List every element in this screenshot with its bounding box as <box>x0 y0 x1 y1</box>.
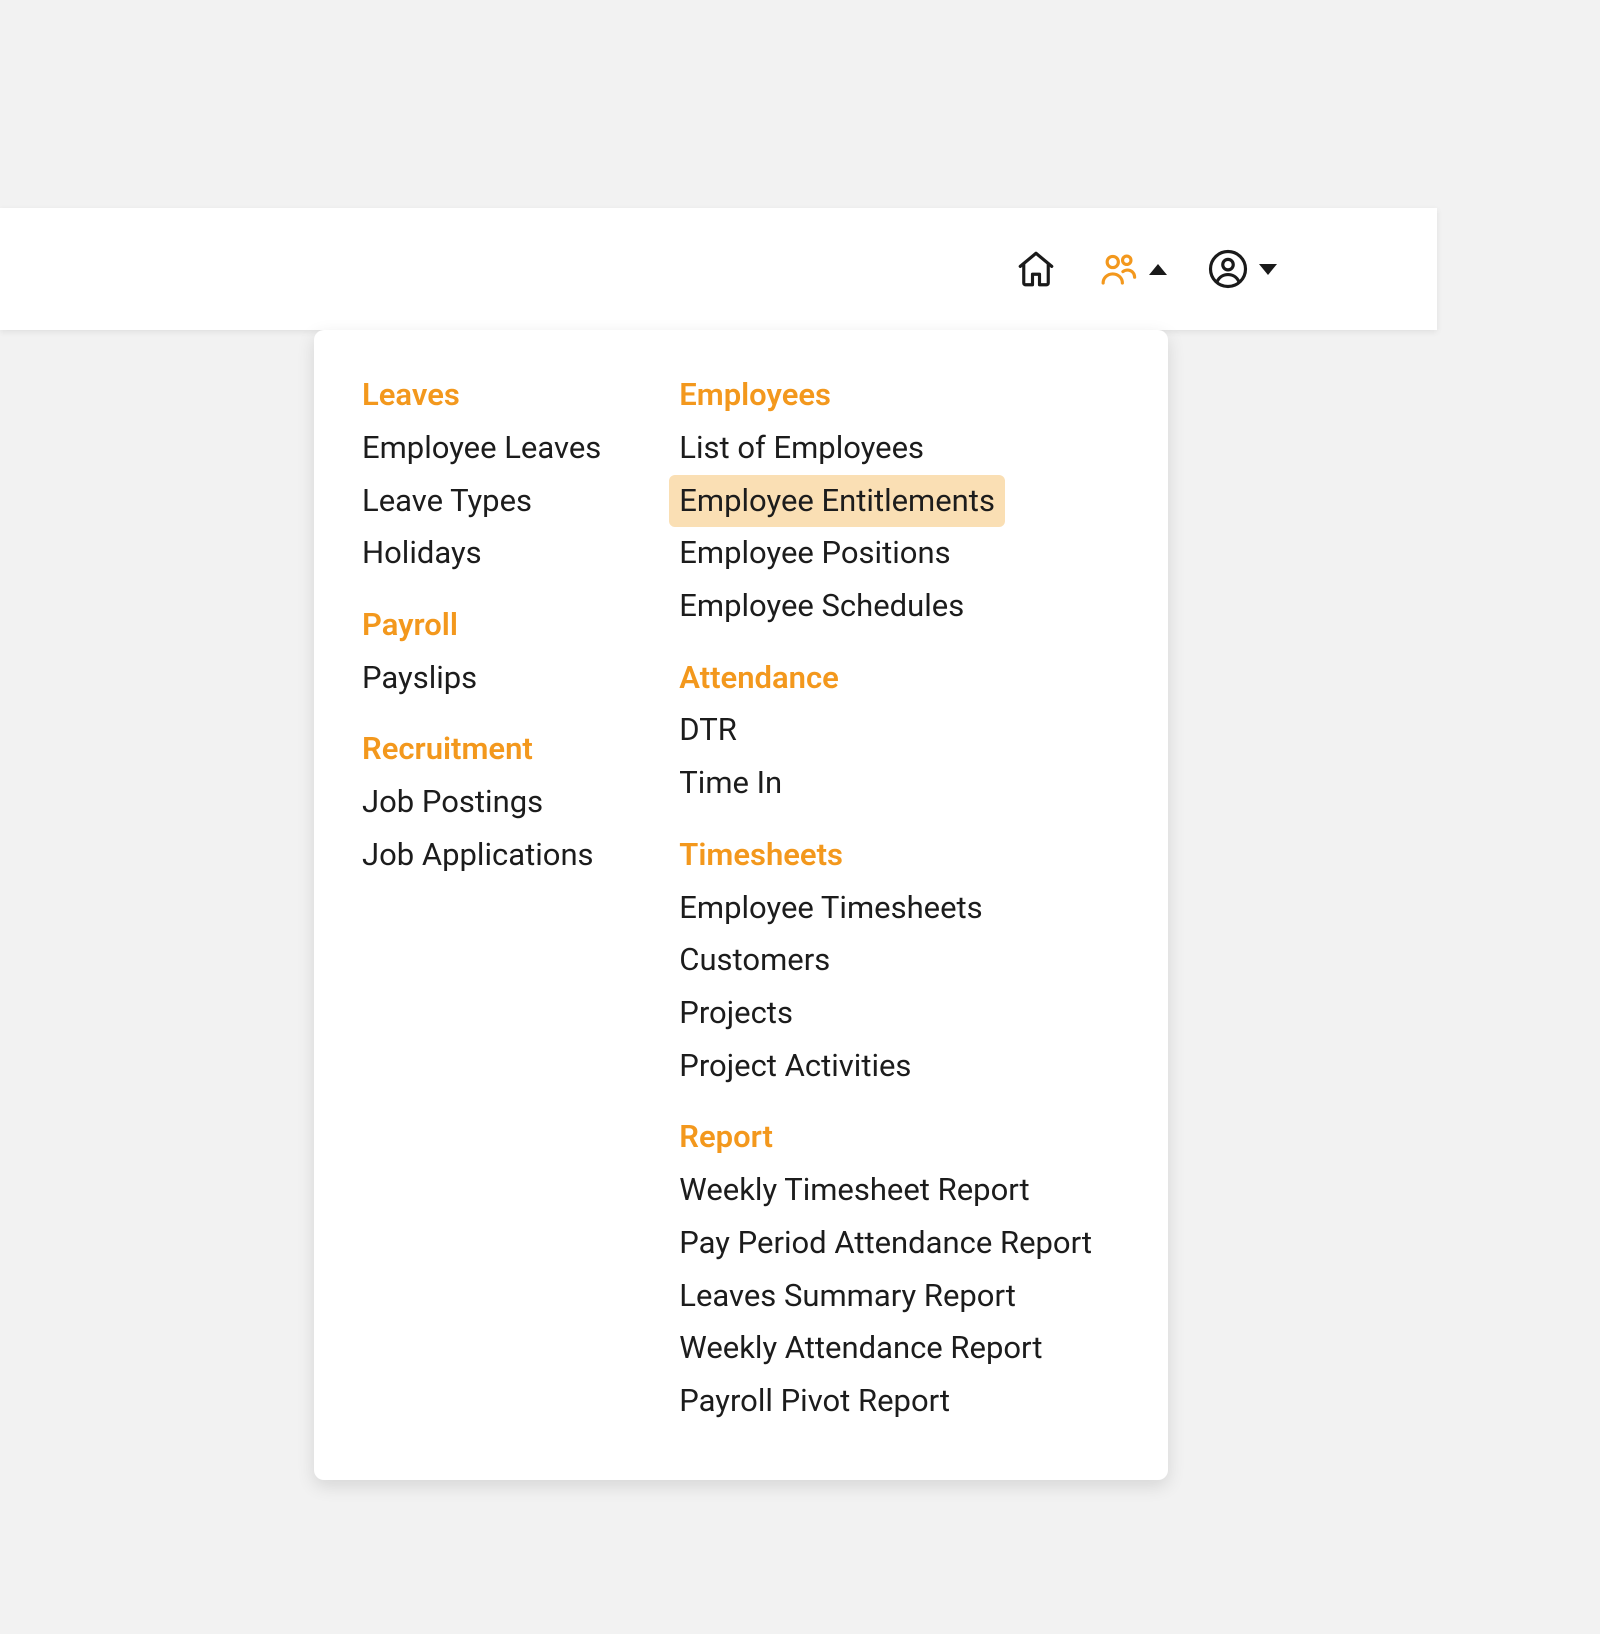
menu-item[interactable]: Employee Positions <box>669 527 960 580</box>
caret-up-icon <box>1149 264 1167 275</box>
menu-item[interactable]: Leave Types <box>352 475 542 528</box>
section-title: Leaves <box>362 374 611 416</box>
section-title: Attendance <box>679 657 1102 699</box>
menu-item[interactable]: DTR <box>669 704 747 757</box>
menu-item[interactable]: Weekly Attendance Report <box>669 1322 1052 1375</box>
menu-item[interactable]: Holidays <box>352 527 492 580</box>
section-title: Employees <box>679 374 1102 416</box>
menu-item[interactable]: Customers <box>669 934 840 987</box>
section-title: Report <box>679 1116 1102 1158</box>
account-menu-button[interactable] <box>1207 248 1277 290</box>
people-icon <box>1097 248 1139 290</box>
dropdown-col-1: Leaves Employee Leaves Leave Types Holid… <box>362 374 611 1428</box>
account-icon <box>1207 248 1249 290</box>
home-button[interactable] <box>1015 248 1057 290</box>
people-dropdown: Leaves Employee Leaves Leave Types Holid… <box>314 330 1168 1480</box>
menu-item[interactable]: Job Applications <box>352 829 604 882</box>
menu-item[interactable]: Projects <box>669 987 803 1040</box>
menu-item[interactable]: Payroll Pivot Report <box>669 1375 960 1428</box>
menu-item-employee-entitlements[interactable]: Employee Entitlements <box>669 475 1005 528</box>
menu-item[interactable]: Employee Leaves <box>352 422 611 475</box>
menu-item[interactable]: Weekly Timesheet Report <box>669 1164 1039 1217</box>
menu-item[interactable]: Payslips <box>352 652 487 705</box>
menu-item[interactable]: Job Postings <box>352 776 553 829</box>
section-title: Timesheets <box>679 834 1102 876</box>
people-menu-button[interactable] <box>1097 248 1167 290</box>
menu-item[interactable]: Employee Schedules <box>669 580 974 633</box>
menu-item[interactable]: Pay Period Attendance Report <box>669 1217 1102 1270</box>
menu-item[interactable]: List of Employees <box>669 422 934 475</box>
menu-item[interactable]: Time In <box>669 757 792 810</box>
home-icon <box>1015 248 1057 290</box>
topbar <box>0 208 1437 330</box>
menu-item[interactable]: Leaves Summary Report <box>669 1270 1026 1323</box>
dropdown-col-2: Employees List of Employees Employee Ent… <box>679 374 1102 1428</box>
menu-item[interactable]: Project Activities <box>669 1040 921 1093</box>
section-title: Recruitment <box>362 728 611 770</box>
caret-down-icon <box>1259 264 1277 275</box>
section-title: Payroll <box>362 604 611 646</box>
menu-item[interactable]: Employee Timesheets <box>669 882 992 935</box>
